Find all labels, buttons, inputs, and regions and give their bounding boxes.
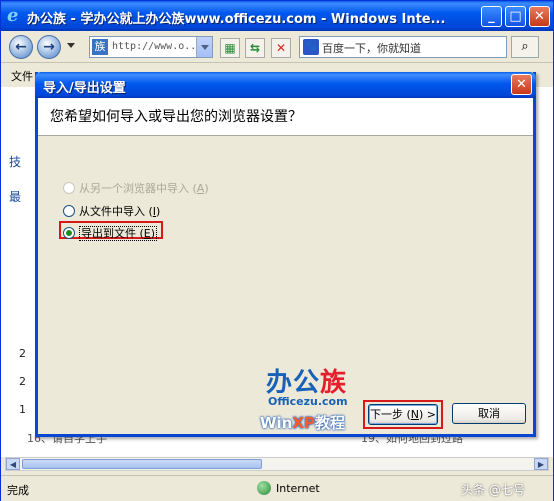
history-dropdown-icon[interactable] [67, 43, 75, 48]
horizontal-scrollbar[interactable]: ◀ ▶ [5, 457, 549, 471]
window-close-button[interactable]: ✕ [529, 6, 550, 27]
status-text: 完成 [7, 484, 29, 497]
logo-text: 办公族 [266, 368, 348, 398]
import-export-dialog: 导入/导出设置 ✕ 您希望如何导入或导出您的浏览器设置？ 从另一个浏览器中导入 … [35, 72, 536, 437]
radio-icon [63, 182, 75, 194]
minimize-button[interactable]: _ [481, 6, 502, 27]
logo-winxp: WinXP教程 [260, 414, 345, 432]
dialog-header: 您希望如何导入或导出您的浏览器设置？ [38, 98, 533, 136]
next-button-highlight: 下一步 (N) > [363, 400, 443, 429]
logo-url: Officezu.com [268, 395, 348, 408]
compatibility-icon[interactable]: ▦ [220, 38, 240, 58]
next-button[interactable]: 下一步 (N) > [368, 404, 438, 425]
cancel-button[interactable]: 取消 [452, 403, 526, 424]
status-bar: 完成 Internet 头条 @七号 [1, 475, 553, 501]
back-button[interactable]: ← [9, 35, 33, 59]
menu-file[interactable]: 文件 [11, 68, 33, 84]
ie-window-title: 办公族 - 学办公就上办公族www.officezu.com - Windows… [27, 12, 446, 27]
scroll-left-icon[interactable]: ◀ [6, 458, 20, 470]
dialog-title: 导入/导出设置 [43, 81, 126, 96]
dialog-titlebar: 导入/导出设置 ✕ [35, 72, 536, 98]
stop-icon[interactable]: ✕ [271, 38, 291, 58]
internet-zone-icon [257, 481, 271, 495]
site-favicon-icon: 族 [92, 39, 108, 55]
refresh-icon[interactable]: ⇆ [245, 38, 265, 58]
address-text: http://www.o... [112, 41, 198, 52]
search-go-button[interactable]: ⌕ [511, 36, 539, 58]
zone-text: Internet [276, 482, 320, 495]
forward-button[interactable]: → [37, 35, 61, 59]
address-bar[interactable]: 族 http://www.o... [89, 36, 213, 58]
option-import-from-browser: 从另一个浏览器中导入 (A) [63, 180, 209, 198]
dialog-question: 您希望如何导入或导出您的浏览器设置？ [50, 109, 302, 125]
scroll-thumb[interactable] [22, 459, 262, 469]
ie-titlebar: e 办公族 - 学办公就上办公族www.officezu.com - Windo… [1, 1, 553, 31]
radio-checked-icon[interactable] [63, 227, 75, 239]
baidu-paw-icon: 🐾 [303, 39, 319, 55]
dialog-close-button[interactable]: ✕ [511, 74, 532, 95]
radio-icon[interactable] [63, 205, 75, 217]
ie-logo-icon: e [7, 5, 19, 26]
option-label: 导出到文件 (E) [79, 226, 158, 241]
maximize-button[interactable]: □ [505, 6, 526, 27]
option-label: 从另一个浏览器中导入 (A) [79, 182, 209, 195]
officezu-logo: 办公族 Officezu.com WinXP教程 [260, 362, 366, 432]
scroll-right-icon[interactable]: ▶ [534, 458, 548, 470]
search-box[interactable]: 🐾 百度一下，你就知道 [299, 36, 507, 58]
address-dropdown-button[interactable] [196, 37, 212, 57]
option-import-from-file[interactable]: 从文件中导入 (I) [63, 203, 160, 221]
search-placeholder: 百度一下，你就知道 [322, 42, 421, 55]
option-export-to-file[interactable]: 导出到文件 (E) [59, 221, 164, 241]
watermark-text: 头条 @七号 [461, 483, 525, 497]
navigation-bar: ← → 族 http://www.o... ▦ ⇆ ✕ 🐾 百度一下，你就知道 … [1, 31, 553, 63]
option-label: 从文件中导入 (I) [79, 205, 161, 218]
